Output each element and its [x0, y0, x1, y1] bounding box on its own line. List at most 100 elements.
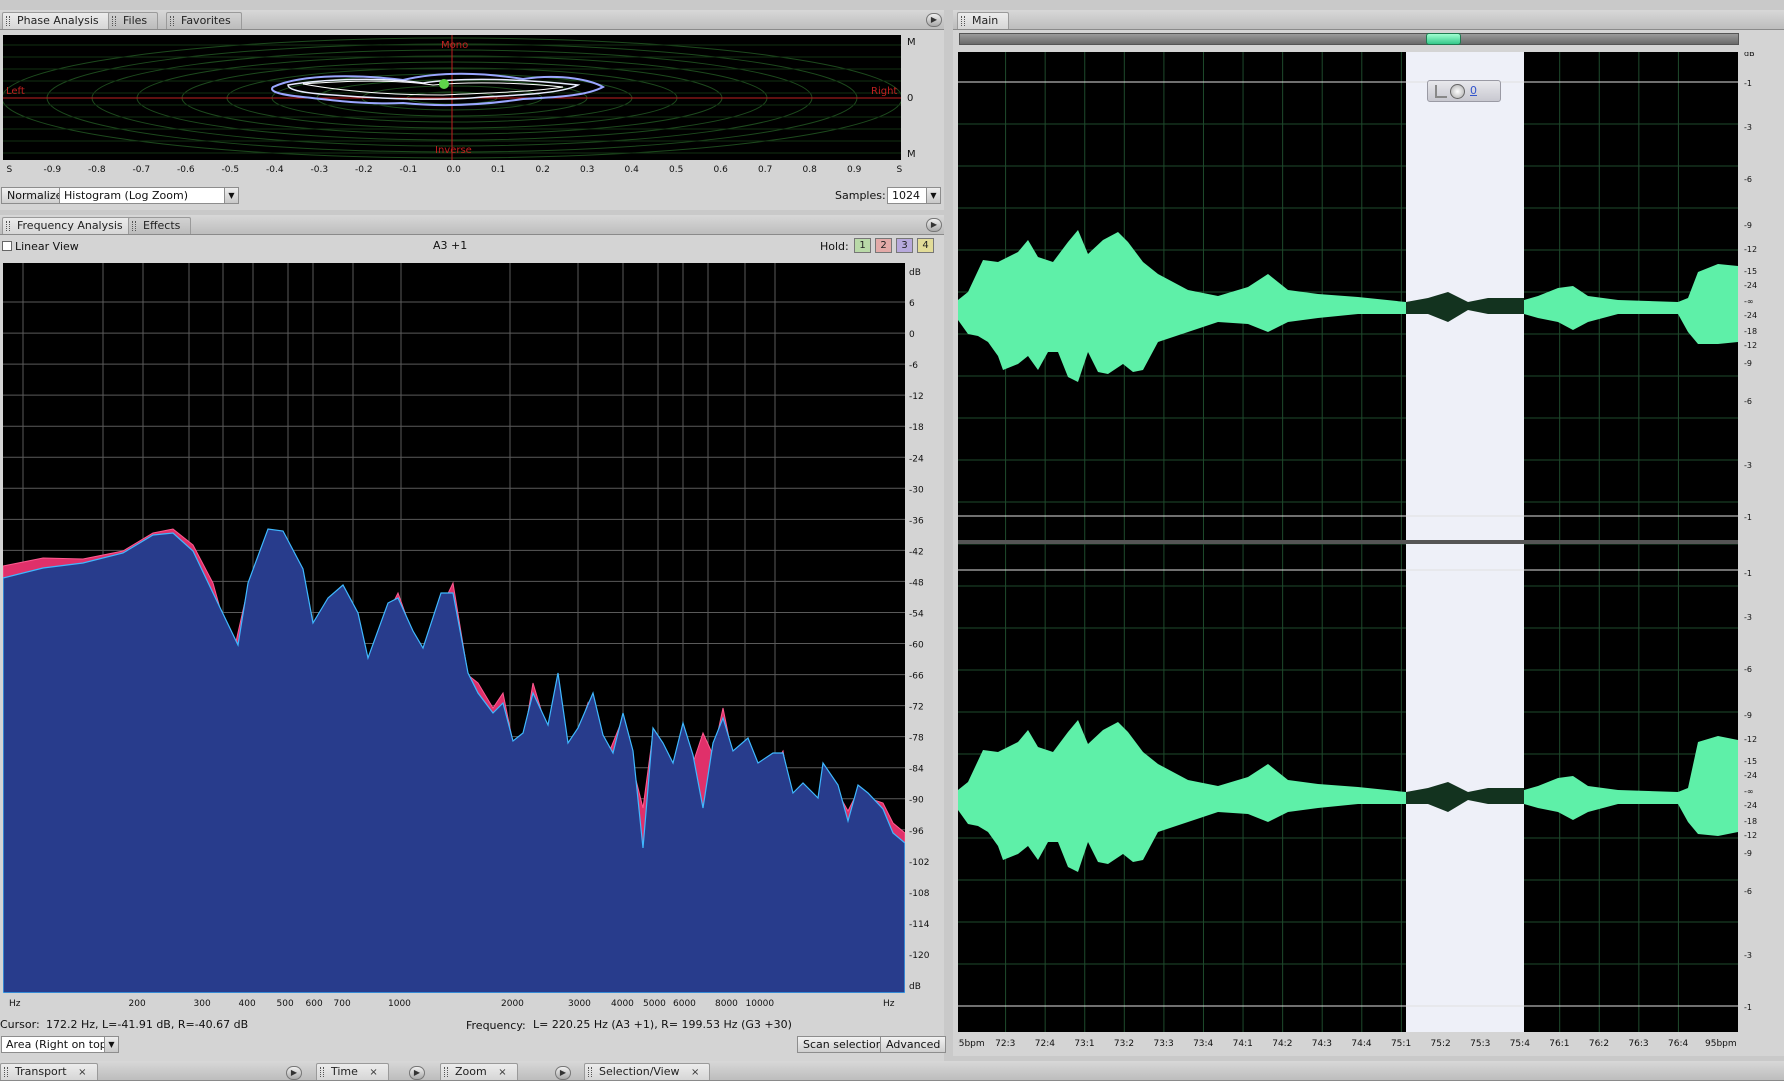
samples-select[interactable]: 1024 ▼ [887, 187, 941, 204]
samples-value: 1024 [892, 189, 920, 202]
channel-1-db-tick: -3 [1744, 123, 1752, 132]
phase-scale-mid: 0 [907, 93, 913, 104]
display-mode-value: Area (Right on top) [6, 1038, 112, 1051]
knob-icon[interactable] [1450, 84, 1465, 99]
channel-1-db-tick: -3 [1744, 461, 1752, 470]
phase-mode-value: Histogram (Log Zoom) [64, 189, 188, 202]
tab-files[interactable]: Files [108, 12, 159, 29]
hold-4-button[interactable]: 4 [917, 238, 934, 253]
close-icon[interactable]: × [369, 1067, 377, 1078]
db-tick: -60 [909, 641, 924, 651]
hold-2-button[interactable]: 2 [875, 238, 892, 253]
db-tick: -90 [909, 796, 924, 806]
time-tick: 74:2 [1272, 1039, 1292, 1049]
phase-x-tick: 0.7 [758, 165, 772, 175]
panel-menu-icon[interactable]: ▶ [926, 13, 942, 27]
panel-menu-icon[interactable]: ▶ [286, 1066, 302, 1080]
tab-favorites[interactable]: Favorites [166, 12, 242, 29]
phase-x-tick: 0.5 [669, 165, 683, 175]
hold-3-button[interactable]: 3 [896, 238, 913, 253]
phase-x-tick: -0.6 [177, 165, 195, 175]
phase-x-tick: 0.6 [714, 165, 729, 175]
time-tick: 73:2 [1114, 1039, 1134, 1049]
channel-1-db-tick: -6 [1744, 175, 1752, 184]
tab-label: Effects [143, 219, 181, 232]
chevron-down-icon: ▼ [224, 188, 238, 203]
panel-menu-icon[interactable]: ▶ [926, 218, 942, 232]
db-tick: -78 [909, 734, 924, 744]
linear-view-checkbox[interactable] [2, 241, 12, 251]
hz-tick: 700 [334, 999, 351, 1009]
tab-main[interactable]: Main [957, 12, 1010, 29]
db-tick: -102 [909, 858, 929, 868]
phase-x-tick: -0.4 [266, 165, 284, 175]
time-tick: 75:3 [1470, 1039, 1490, 1049]
phase-x-tick: S [897, 165, 903, 175]
tab-label: Main [972, 14, 999, 27]
time-tick: 95bpm [958, 1039, 985, 1049]
channel-1-db-tick: -24 [1744, 281, 1757, 290]
phase-x-tick: 0.1 [491, 165, 505, 175]
channel-1-db-tick: -1 [1744, 513, 1752, 522]
tab-time[interactable]: Time × [316, 1063, 389, 1080]
phase-x-tick: 0.2 [536, 165, 550, 175]
spectrum-plot: dB 6 0 -6 -12 -18 -24 -30 -36 -42 -48 -54 -60 -66 -72 -… [3, 263, 941, 1013]
display-mode-select[interactable]: Area (Right on top) ▼ [1, 1036, 119, 1053]
phase-x-tick: -0.8 [88, 165, 106, 175]
tab-label: Phase Analysis [17, 14, 99, 27]
hud-volume[interactable]: 0 [1427, 80, 1501, 102]
hz-tick: 600 [306, 999, 323, 1009]
waveform-view: dB -1 -3 -6 -9 -12 -15 -24 -∞ -24 -18 -12 -9 -6 -3 -1 -1… [958, 52, 1784, 1054]
overview-thumb[interactable] [1426, 33, 1461, 45]
overview-scrollbar[interactable] [959, 33, 1739, 45]
tab-zoom[interactable]: Zoom × [440, 1063, 518, 1080]
phase-bottom-label: Inverse [435, 145, 472, 156]
hz-tick: 300 [194, 999, 211, 1009]
channel-2-db-tick: -3 [1744, 613, 1752, 622]
phase-mode-select[interactable]: Histogram (Log Zoom) ▼ [59, 187, 239, 204]
time-tick: 73:4 [1193, 1039, 1213, 1049]
tab-selection-view[interactable]: Selection/View × [584, 1063, 711, 1080]
scan-selection-button[interactable]: Scan selection [797, 1036, 889, 1053]
hold-1-button[interactable]: 1 [854, 238, 871, 253]
phase-x-tick: 0.4 [625, 165, 640, 175]
close-icon[interactable]: × [691, 1067, 699, 1078]
tab-label: Favorites [181, 14, 231, 27]
panel-menu-icon[interactable]: ▶ [555, 1066, 571, 1080]
db-tick: -96 [909, 827, 924, 837]
tab-effects[interactable]: Effects [128, 217, 192, 234]
hz-tick: Hz [9, 999, 21, 1009]
phase-x-tick: -0.1 [400, 165, 418, 175]
phase-x-tick: -0.9 [44, 165, 62, 175]
db-tick: -6 [909, 361, 918, 371]
phase-top-label: Mono [441, 40, 468, 51]
channel-2-db-tick: -18 [1744, 817, 1757, 826]
tab-transport[interactable]: Transport × [0, 1063, 98, 1080]
tab-label: Selection/View [599, 1065, 680, 1078]
db-tick: dB [909, 268, 921, 278]
db-tick: 0 [909, 330, 915, 340]
db-tick: -72 [909, 703, 924, 713]
phase-scale-top: M [907, 37, 916, 48]
channel-1-db-tick: -∞ [1744, 297, 1754, 306]
db-tick: -66 [909, 672, 924, 682]
db-tick: -54 [909, 609, 924, 619]
tab-grip-icon [588, 1067, 592, 1077]
time-tick: 74:1 [1233, 1039, 1253, 1049]
panel-menu-icon[interactable]: ▶ [409, 1066, 425, 1080]
tab-label: Files [123, 14, 148, 27]
hz-tick: 1000 [388, 999, 411, 1009]
close-icon[interactable]: × [78, 1067, 86, 1078]
tab-grip-icon [4, 1067, 8, 1077]
close-icon[interactable]: × [498, 1067, 506, 1078]
channel-2-db-tick: -∞ [1744, 787, 1754, 796]
cursor-label: Cursor: [0, 1018, 40, 1031]
hud-value: 0 [1470, 84, 1477, 97]
advanced-button[interactable]: Advanced [880, 1036, 947, 1053]
hz-tick: 6000 [673, 999, 696, 1009]
chevron-down-icon: ▼ [926, 188, 940, 203]
channel-2-db-tick: -6 [1744, 665, 1752, 674]
channel-2-db-tick: -1 [1744, 569, 1752, 578]
time-tick: 75:2 [1431, 1039, 1451, 1049]
time-tick: 72:3 [995, 1039, 1015, 1049]
